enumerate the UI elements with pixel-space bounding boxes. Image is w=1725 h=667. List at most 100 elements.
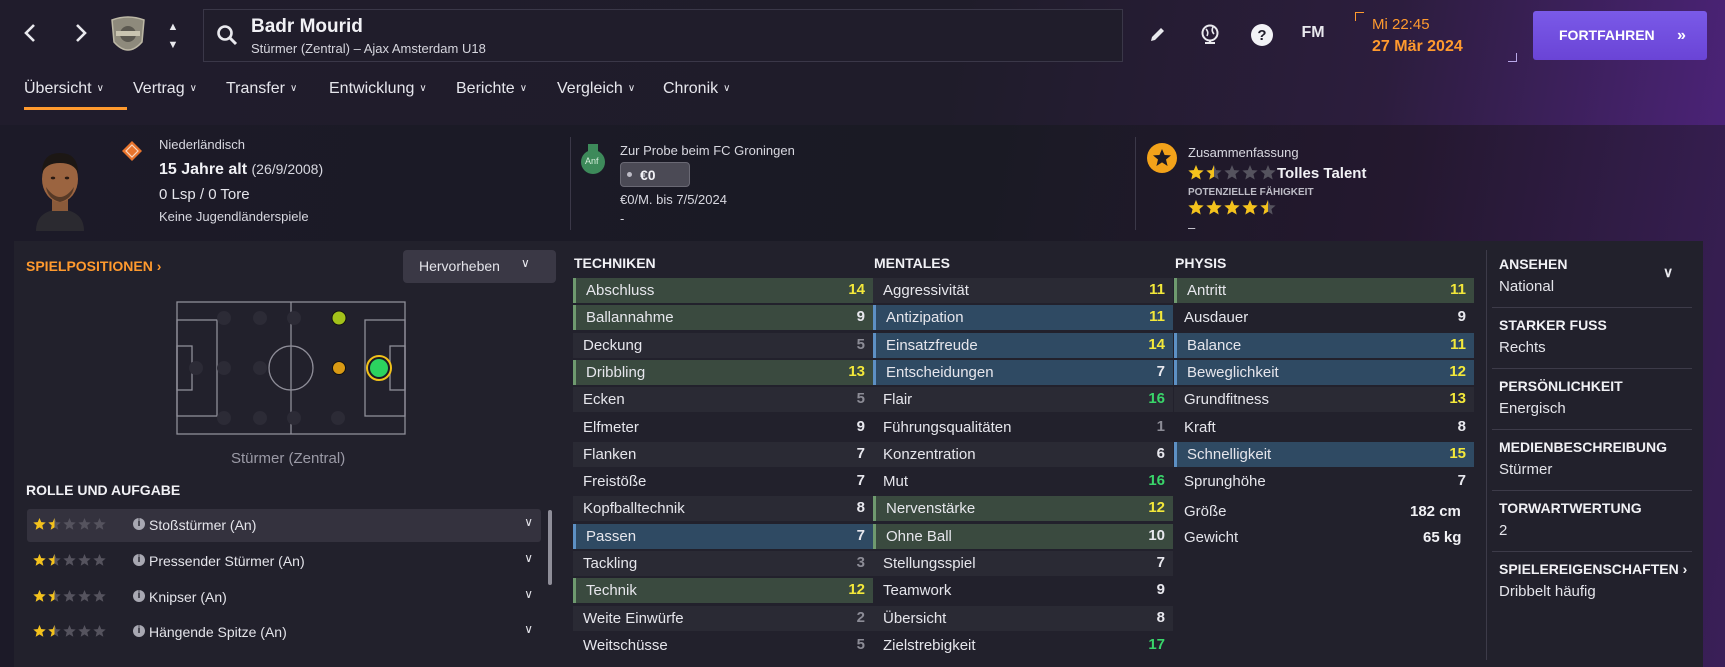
attribute-value: 12 xyxy=(1148,499,1165,517)
attribute-row[interactable]: Flanken 7 xyxy=(573,441,873,467)
chevron-down-icon[interactable]: ∨ xyxy=(1663,264,1673,281)
player-avatar[interactable] xyxy=(30,145,90,231)
attribute-row[interactable]: Antritt 11 xyxy=(1174,278,1474,303)
pitch-diagram[interactable] xyxy=(176,301,406,435)
chevron-down-icon[interactable]: ▼ xyxy=(163,36,183,54)
attribute-row[interactable]: Sprunghöhe 7 xyxy=(1174,469,1474,494)
attribute-row[interactable]: Passen 7 xyxy=(573,523,873,549)
attribute-row[interactable]: Elfmeter 9 xyxy=(573,415,873,440)
attribute-name: Ecken xyxy=(583,391,625,409)
chevron-down-icon[interactable]: ∨ xyxy=(524,551,533,565)
info-icon[interactable]: i xyxy=(133,518,145,530)
attribute-value: 5 xyxy=(856,390,865,408)
attribute-name: Konzentration xyxy=(883,445,976,463)
role-stars xyxy=(33,518,106,534)
fm-menu-button[interactable]: FM xyxy=(1296,24,1330,58)
attribute-row[interactable]: Ohne Ball 10 xyxy=(873,523,1173,549)
attribute-row[interactable]: Dribbling 13 xyxy=(573,359,873,385)
role-row[interactable]: i Hängende Spitze (An) ∨ xyxy=(27,616,541,649)
role-stars xyxy=(33,554,106,570)
highlight-dropdown[interactable]: Hervorheben ∨ xyxy=(403,250,556,283)
chevron-down-icon[interactable]: ∨ xyxy=(524,515,533,529)
attribute-row[interactable]: Übersicht 8 xyxy=(873,605,1173,631)
continue-label: FORTFAHREN xyxy=(1559,27,1655,43)
info-icon[interactable]: i xyxy=(133,625,145,637)
world-icon[interactable] xyxy=(1193,18,1227,52)
attribute-row[interactable]: Einsatzfreude 14 xyxy=(873,332,1173,358)
attribute-row[interactable]: Weite Einwürfe 2 xyxy=(573,605,873,631)
attribute-row[interactable]: Aggressivität 11 xyxy=(873,278,1173,303)
divider xyxy=(570,137,571,230)
role-row[interactable]: i Pressender Stürmer (An) ∨ xyxy=(27,545,541,578)
role-row[interactable]: i Knipser (An) ∨ xyxy=(27,581,541,614)
role-row[interactable]: i Stoßstürmer (An) ∨ xyxy=(27,509,541,542)
attribute-value: 2 xyxy=(856,608,865,626)
attribute-row[interactable]: Balance 11 xyxy=(1174,332,1474,358)
attribute-row[interactable]: Mut 16 xyxy=(873,469,1173,494)
club-crest-icon[interactable] xyxy=(108,14,148,58)
help-icon[interactable]: ? xyxy=(1245,18,1279,52)
attribute-name: Kraft xyxy=(1184,418,1216,436)
player-search-box[interactable]: Badr Mourid Stürmer (Zentral) – Ajax Ams… xyxy=(203,9,1123,62)
attribute-value: 7 xyxy=(856,472,865,490)
search-icon[interactable] xyxy=(216,24,238,51)
attribute-row[interactable]: Deckung 5 xyxy=(573,332,873,358)
attribute-row[interactable]: Konzentration 6 xyxy=(873,441,1173,467)
tab-history[interactable]: Chronik ∨ xyxy=(663,80,730,112)
tab-development[interactable]: Entwicklung ∨ xyxy=(329,80,427,112)
attribute-row[interactable]: Führungsqualitäten 1 xyxy=(873,415,1173,440)
attribute-row[interactable]: Flair 16 xyxy=(873,387,1173,413)
attribute-row[interactable]: Entscheidungen 7 xyxy=(873,359,1173,385)
reputation-section[interactable]: ANSEHEN National xyxy=(1499,256,1689,295)
back-icon[interactable] xyxy=(15,18,45,50)
attribute-row[interactable]: Ecken 5 xyxy=(573,387,873,413)
attribute-row[interactable]: Weitschüsse 5 xyxy=(573,633,873,658)
player-switcher[interactable]: ▲ ▼ xyxy=(163,18,183,54)
attribute-name: Balance xyxy=(1187,336,1242,354)
edit-pencil-icon[interactable] xyxy=(1140,18,1174,52)
attribute-row[interactable]: Ausdauer 9 xyxy=(1174,305,1474,330)
goalkeeper-rating-value: 2 xyxy=(1499,522,1508,539)
tab-contract[interactable]: Vertrag ∨ xyxy=(133,80,197,112)
attribute-row[interactable]: Schnelligkeit 15 xyxy=(1174,441,1474,467)
attribute-row[interactable]: Kraft 8 xyxy=(1174,415,1474,440)
attribute-row[interactable]: Nervenstärke 12 xyxy=(873,496,1173,522)
personality-value: Energisch xyxy=(1499,400,1566,417)
goalkeeper-rating-label: TORWARTWERTUNG xyxy=(1499,500,1642,516)
chevron-up-icon[interactable]: ▲ xyxy=(163,18,183,36)
preferred-foot-section: STARKER FUSS Rechts xyxy=(1499,317,1689,356)
attribute-row[interactable]: Abschluss 14 xyxy=(573,278,873,303)
forward-icon[interactable] xyxy=(66,18,96,50)
attribute-row[interactable]: Teamwork 9 xyxy=(873,578,1173,603)
info-icon[interactable]: i xyxy=(133,590,145,602)
tab-overview[interactable]: Übersicht ∨ xyxy=(24,80,127,112)
attribute-name: Kopfballtechnik xyxy=(583,500,685,518)
positions-link[interactable]: SPIELPOSITIONEN › xyxy=(26,258,161,274)
attribute-row[interactable]: Kopfballtechnik 8 xyxy=(573,496,873,522)
player-traits-section[interactable]: SPIELEREIGENSCHAFTEN › Dribbelt häufig xyxy=(1499,561,1689,600)
attribute-row[interactable]: Freistöße 7 xyxy=(573,469,873,494)
continue-button[interactable]: FORTFAHREN » xyxy=(1533,11,1707,60)
attribute-row[interactable]: Grundfitness 13 xyxy=(1174,387,1474,413)
tab-comparison[interactable]: Vergleich ∨ xyxy=(557,80,635,112)
attribute-row[interactable]: Tackling 3 xyxy=(573,551,873,576)
attribute-name: Sprunghöhe xyxy=(1184,473,1266,491)
attribute-row[interactable]: Stellungsspiel 7 xyxy=(873,551,1173,576)
chevron-down-icon[interactable]: ∨ xyxy=(524,587,533,601)
attribute-value: 13 xyxy=(1449,390,1466,408)
attribute-row[interactable]: Ballannahme 9 xyxy=(573,305,873,331)
chevron-down-icon[interactable]: ∨ xyxy=(524,622,533,636)
nation-flag-icon[interactable] xyxy=(121,140,143,167)
info-icon[interactable]: i xyxy=(133,554,145,566)
tab-reports[interactable]: Berichte ∨ xyxy=(456,80,527,112)
attribute-value: 14 xyxy=(848,281,865,298)
date-time[interactable]: Mi 22:45 27 Mär 2024 xyxy=(1355,12,1517,62)
attribute-row[interactable]: Zielstrebigkeit 17 xyxy=(873,633,1173,658)
tab-transfer[interactable]: Transfer ∨ xyxy=(226,80,297,112)
attribute-row[interactable]: Antizipation 11 xyxy=(873,305,1173,331)
role-name: Hängende Spitze (An) xyxy=(149,624,287,640)
roles-scrollbar[interactable] xyxy=(548,510,552,585)
attribute-row[interactable]: Beweglichkeit 12 xyxy=(1174,359,1474,385)
attribute-row[interactable]: Technik 12 xyxy=(573,578,873,604)
player-traits-label[interactable]: SPIELEREIGENSCHAFTEN › xyxy=(1499,561,1689,577)
